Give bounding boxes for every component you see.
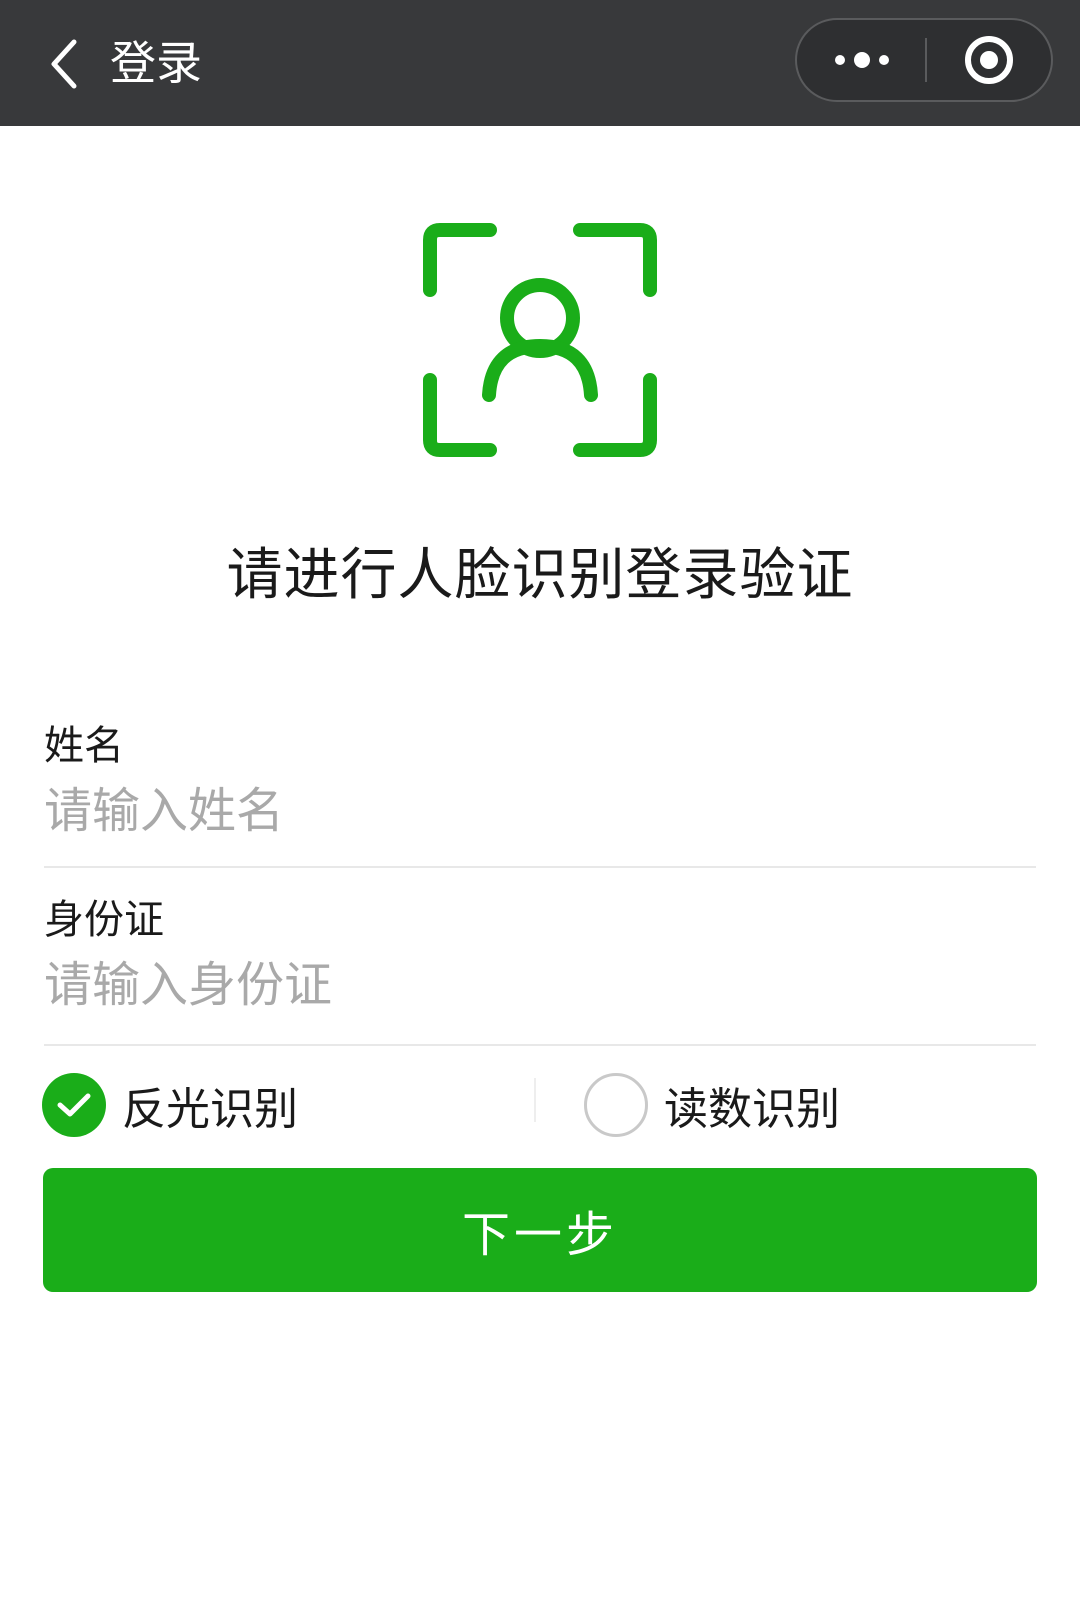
option-label: 读数识别 <box>664 1084 840 1135</box>
back-button[interactable] <box>24 24 104 104</box>
next-step-button[interactable]: 下一步 <box>43 1168 1037 1292</box>
name-field: 姓名 <box>44 718 1036 844</box>
circle-target-icon <box>965 36 1013 84</box>
name-input[interactable] <box>44 778 1036 844</box>
option-reading[interactable]: 读数识别 <box>584 1070 840 1140</box>
chevron-left-icon <box>51 39 77 89</box>
id-card-input[interactable] <box>44 952 1036 1018</box>
face-recognition-icon <box>423 223 657 457</box>
close-mini-program-button[interactable] <box>927 20 1051 100</box>
nav-bar: 登录 <box>0 0 1080 126</box>
radio-unchecked[interactable] <box>584 1073 648 1137</box>
id-card-divider <box>44 1044 1036 1046</box>
id-card-field: 身份证 <box>44 892 1036 1018</box>
mini-program-capsule <box>795 18 1053 102</box>
radio-checked[interactable] <box>42 1073 106 1137</box>
option-label: 反光识别 <box>122 1084 298 1135</box>
login-page: 登录 请进行人脸识别登录验证 姓名 请输入姓名 身份证 请输入身份证 反光识别 … <box>0 0 1080 1620</box>
checkmark-icon <box>57 1093 91 1117</box>
name-label: 姓名 <box>44 723 124 769</box>
more-button[interactable] <box>797 20 927 100</box>
nav-title: 登录 <box>110 36 202 90</box>
option-divider <box>534 1078 536 1122</box>
face-verification-prompt: 请进行人脸识别登录验证 <box>226 543 854 608</box>
name-divider <box>44 866 1036 868</box>
id-card-label: 身份证 <box>44 897 164 943</box>
more-dots-icon <box>835 52 889 68</box>
option-reflection[interactable]: 反光识别 <box>42 1070 298 1140</box>
